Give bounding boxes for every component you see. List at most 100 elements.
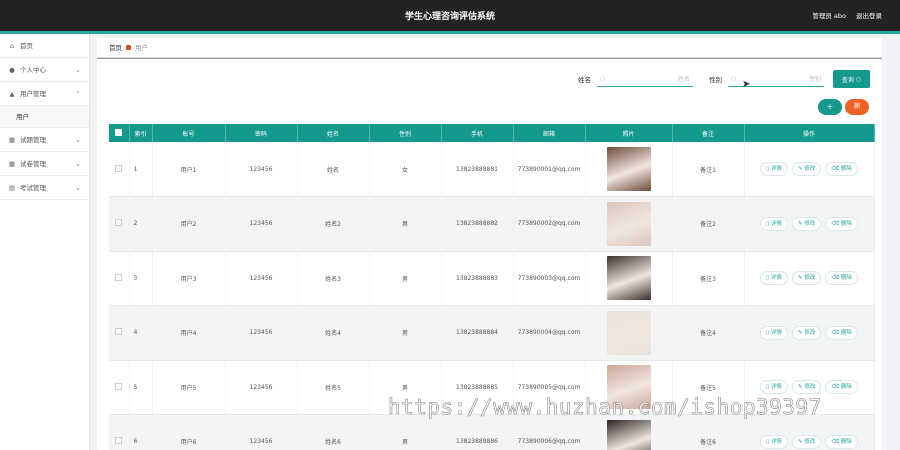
edit-button[interactable]: ✎ 修改 bbox=[791, 216, 822, 231]
edit-label: 修改 bbox=[804, 220, 816, 227]
col-header-name: 姓名 bbox=[297, 124, 370, 142]
row-delete-button[interactable]: ⌫ 删除 bbox=[825, 271, 858, 286]
sidebar-item-questions[interactable]: ▦ 试题管理 ⌄ bbox=[0, 128, 89, 152]
doc-icon: ▤ bbox=[8, 183, 16, 192]
detail-label: 详情 bbox=[770, 329, 782, 336]
edit-button[interactable]: ✎ 修改 bbox=[791, 325, 822, 340]
col-header-email: 邮箱 bbox=[513, 124, 586, 142]
cell-index: 5 bbox=[129, 360, 153, 415]
col-header-photo: 照片 bbox=[585, 124, 673, 142]
admin-label: 管理员 abo bbox=[812, 12, 846, 20]
chevron-up-icon: ⌃ bbox=[75, 89, 81, 98]
cell-note: 备注4 bbox=[672, 305, 745, 361]
query-label: 查询 bbox=[841, 76, 854, 84]
row-delete-button[interactable]: ⌫ 删除 bbox=[825, 325, 858, 340]
cell-photo bbox=[585, 251, 673, 306]
cell-phone: 13823888886 bbox=[441, 414, 514, 450]
row-checkbox[interactable] bbox=[109, 360, 130, 415]
select-all-checkbox[interactable] bbox=[109, 124, 130, 142]
app-title: 学生心理咨询评估系统 bbox=[404, 12, 495, 22]
table-row: 1 用户1 123456 姓名女 13823888881 773890001@qq.com… bbox=[109, 142, 875, 197]
col-header-index: 索引 bbox=[129, 124, 153, 142]
cell-actions: ▯ 详情 ✎ 修改 ⌫ 删除 bbox=[744, 414, 875, 450]
edit-button[interactable]: ✎ 修改 bbox=[791, 162, 822, 176]
row-delete-button[interactable]: ⌫ 删除 bbox=[825, 162, 858, 176]
row-checkbox[interactable] bbox=[109, 414, 130, 450]
cell-password: 123456 bbox=[225, 414, 298, 450]
table-row: 6 用户6 123456 姓名6 男 13823888886 773890006@qq.co… bbox=[109, 414, 875, 450]
grid-icon: ▦ bbox=[8, 159, 16, 168]
detail-label: 详情 bbox=[770, 438, 782, 445]
col-header-password: 密码 bbox=[225, 124, 298, 142]
row-checkbox[interactable] bbox=[109, 142, 130, 197]
detail-label: 详情 bbox=[770, 384, 782, 391]
user-photo[interactable] bbox=[606, 201, 651, 246]
detail-button[interactable]: ▯ 详情 bbox=[760, 434, 788, 449]
cell-index: 4 bbox=[129, 305, 153, 361]
user-photo[interactable] bbox=[606, 256, 651, 301]
name-label: 姓名 bbox=[578, 76, 591, 84]
cell-actions: ▯ 详情 ✎ 修改 ⌫ 删除 bbox=[744, 251, 875, 306]
add-button[interactable]: + bbox=[818, 99, 842, 115]
edit-button[interactable]: ✎ 修改 bbox=[791, 434, 822, 449]
detail-button[interactable]: ▯ 详情 bbox=[760, 325, 788, 340]
cell-gender: 男 bbox=[369, 414, 442, 450]
sidebar-item-profile[interactable]: ● 个人中心 ⌄ bbox=[0, 58, 89, 82]
col-header-account: 账号 bbox=[152, 124, 226, 142]
cell-photo bbox=[585, 196, 673, 252]
user-photo[interactable] bbox=[606, 310, 651, 355]
sidebar-item-papers[interactable]: ▦ 试卷管理 ⌄ bbox=[0, 152, 89, 176]
row-delete-button[interactable]: ⌫ 删除 bbox=[825, 380, 858, 395]
row-checkbox[interactable] bbox=[109, 196, 130, 252]
edit-label: 修改 bbox=[804, 384, 816, 391]
cell-note: 备注2 bbox=[672, 196, 745, 252]
name-input[interactable]: ○ 姓名 bbox=[597, 71, 693, 87]
chevron-down-icon: ⌄ bbox=[75, 159, 81, 168]
cell-note: 备注6 bbox=[672, 414, 745, 450]
sidebar-item-exams[interactable]: ▤ 考试管理 ⌄ bbox=[0, 176, 89, 200]
table-row: 4 用户4 123456 姓名4 男 13823888884 773890004@qq.co… bbox=[109, 305, 875, 361]
search-icon: ○ bbox=[855, 75, 862, 83]
user-icon: ● bbox=[9, 65, 15, 74]
users-icon: ▲ bbox=[9, 89, 15, 98]
row-delete-button[interactable]: ⌫ 删除 bbox=[825, 216, 858, 231]
cell-gender: 女 bbox=[369, 142, 442, 197]
sidebar-item-label: 首页 bbox=[20, 41, 33, 50]
detail-button[interactable]: ▯ 详情 bbox=[760, 271, 788, 286]
user-photo[interactable] bbox=[606, 419, 651, 450]
cell-account: 用户2 bbox=[152, 196, 226, 252]
cell-name: 姓名 bbox=[297, 142, 370, 197]
sidebar-item-home[interactable]: ⌂ 首页 bbox=[0, 34, 89, 58]
delete-label: 删除 bbox=[840, 275, 852, 282]
col-header-gender: 性别 bbox=[369, 124, 442, 142]
user-photo[interactable] bbox=[606, 147, 651, 191]
breadcrumb-home[interactable]: 首页 bbox=[109, 38, 122, 58]
col-header-note: 备注 bbox=[672, 124, 745, 142]
row-checkbox[interactable] bbox=[109, 251, 130, 306]
detail-button[interactable]: ▯ 详情 bbox=[760, 380, 788, 395]
sidebar-item-label: 考试管理 bbox=[20, 183, 46, 192]
top-bar: 学生心理咨询评估系统 管理员 abo 退出登录 bbox=[0, 0, 900, 31]
row-checkbox[interactable] bbox=[109, 305, 130, 361]
cell-index: 3 bbox=[129, 251, 153, 306]
sidebar-subitem-users[interactable]: 用户 bbox=[0, 106, 89, 128]
row-delete-button[interactable]: ⌫ 删除 bbox=[825, 434, 858, 449]
cell-email: 773890004@qq.com bbox=[513, 305, 586, 361]
cell-gender: 男 bbox=[369, 305, 442, 361]
cell-actions: ▯ 详情 ✎ 修改 ⌫ 删除 bbox=[744, 196, 875, 252]
cell-actions: ▯ 详情 ✎ 修改 ⌫ 删除 bbox=[744, 142, 875, 197]
edit-button[interactable]: ✎ 修改 bbox=[791, 271, 822, 286]
edit-button[interactable]: ✎ 修改 bbox=[791, 380, 822, 395]
cell-photo bbox=[585, 142, 673, 197]
gender-label: 性别 bbox=[709, 76, 722, 84]
query-button[interactable]: 查询 ○ bbox=[833, 70, 870, 88]
detail-button[interactable]: ▯ 详情 bbox=[760, 162, 788, 176]
cell-account: 用户6 bbox=[152, 414, 226, 450]
delete-button[interactable]: 删 bbox=[845, 99, 869, 115]
cell-gender: 男 bbox=[369, 196, 442, 252]
delete-label: 删除 bbox=[840, 166, 852, 172]
detail-button[interactable]: ▯ 详情 bbox=[760, 216, 788, 231]
logout-link[interactable]: 退出登录 bbox=[856, 10, 882, 20]
delete-label: 删除 bbox=[840, 220, 852, 227]
sidebar-item-user-management[interactable]: ▲ 用户管理 ⌃ bbox=[0, 82, 89, 106]
